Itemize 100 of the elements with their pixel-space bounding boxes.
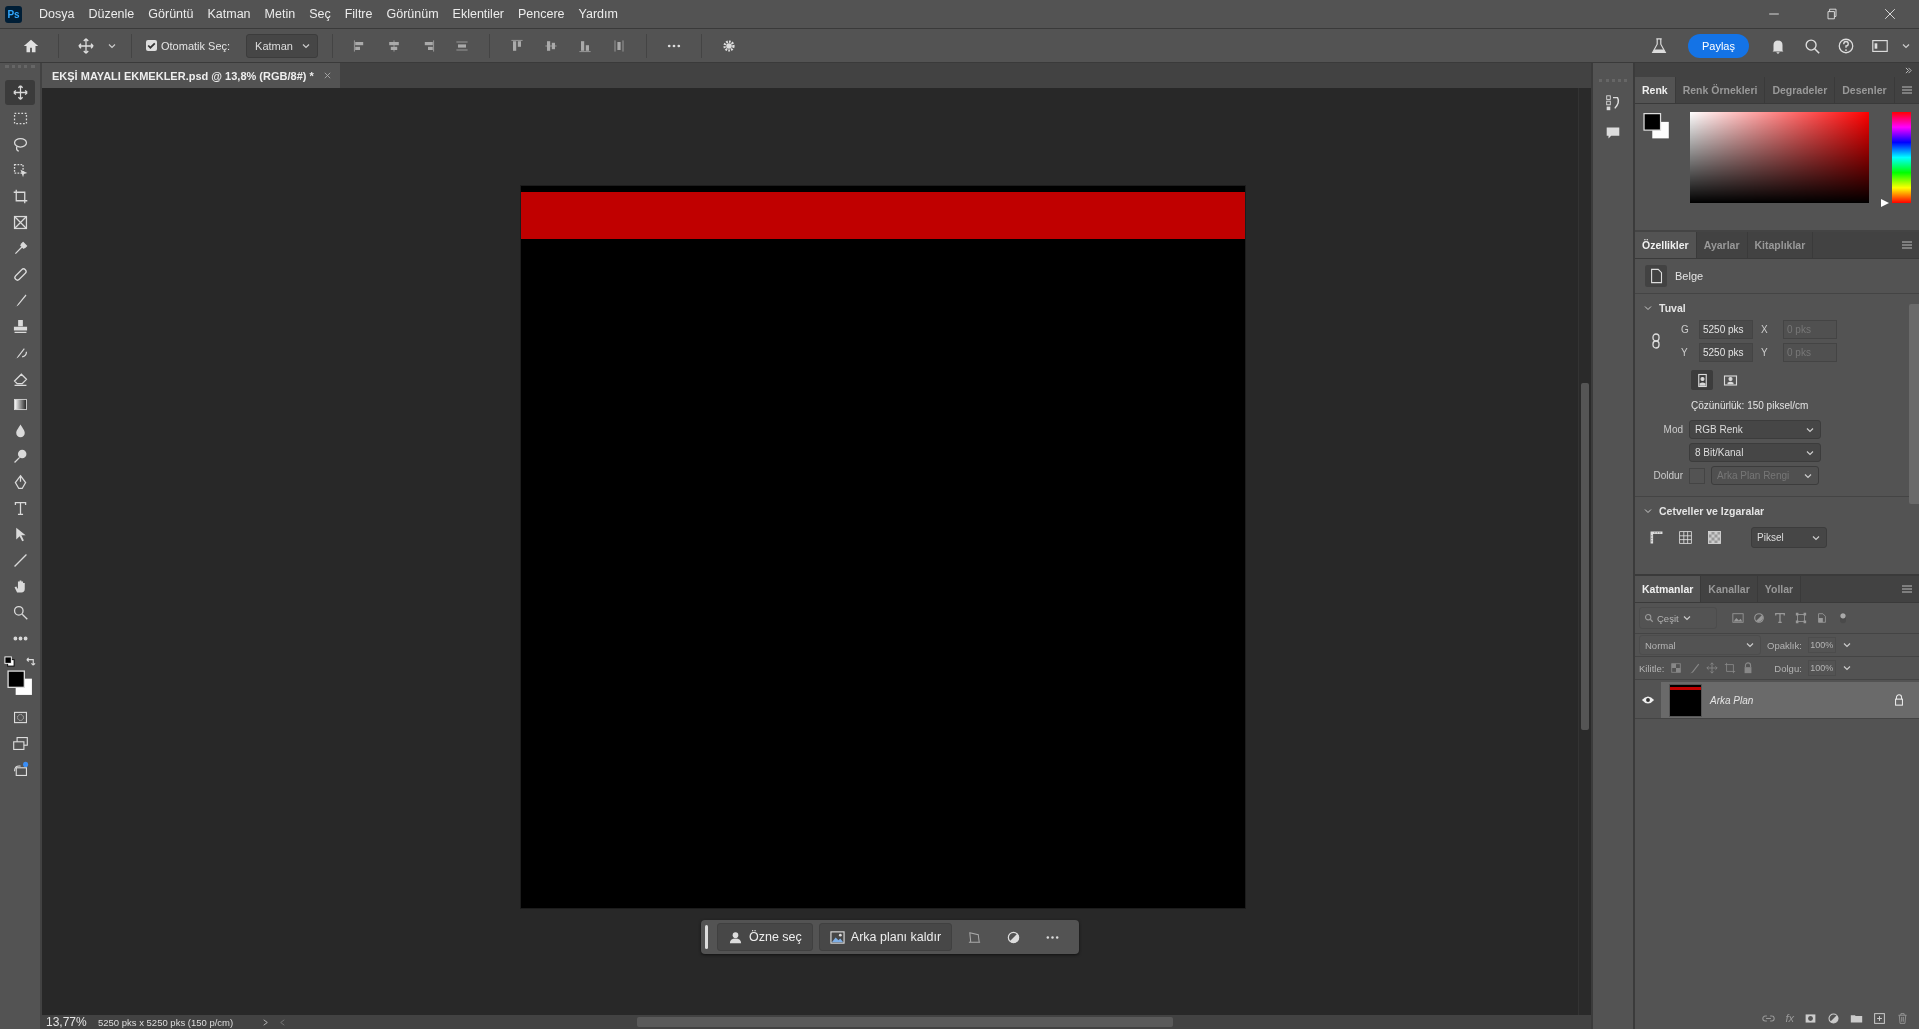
- mask-icon[interactable]: [1804, 1011, 1817, 1025]
- adjustment-icon[interactable]: [1006, 929, 1022, 945]
- shape-icon[interactable]: [1795, 612, 1807, 624]
- grid-icon[interactable]: [1677, 529, 1694, 546]
- adjustment-icon[interactable]: [1753, 612, 1765, 624]
- menu-item[interactable]: Metin: [257, 7, 303, 21]
- portrait-button[interactable]: [1691, 370, 1713, 390]
- share-button[interactable]: Paylaş: [1687, 33, 1749, 58]
- person-icon: [728, 929, 743, 945]
- restore-icon[interactable]: [1824, 6, 1840, 22]
- distribute-icon[interactable]: [611, 37, 627, 54]
- settings-icon[interactable]: [721, 37, 737, 54]
- layer-row[interactable]: Arka Plan: [1635, 682, 1919, 719]
- close-icon[interactable]: [1882, 6, 1898, 22]
- mode-dropdown[interactable]: RGB Renk: [1689, 420, 1821, 439]
- tool-button[interactable]: [5, 80, 35, 105]
- target-dropdown[interactable]: Katman: [246, 33, 318, 58]
- app-logo[interactable]: Ps: [5, 5, 22, 23]
- frame-icon: [11, 214, 29, 231]
- bandage-icon: [11, 266, 29, 283]
- menu-item[interactable]: Yardım: [571, 7, 625, 21]
- panel-tab[interactable]: Kitaplıklar: [1747, 232, 1814, 258]
- x-label: X: [1761, 324, 1769, 335]
- canvas-section-header[interactable]: Tuval: [1635, 294, 1909, 320]
- document-tab[interactable]: EKŞİ MAYALI EKMEKLER.psd @ 13,8% (RGB/8#) *: [42, 63, 340, 88]
- color-swatches-icon[interactable]: [7, 670, 33, 696]
- menu-item[interactable]: Filtre: [337, 7, 380, 21]
- width-field[interactable]: 5250 pks: [1699, 320, 1753, 339]
- eye-icon[interactable]: [1641, 695, 1655, 705]
- lock-icon[interactable]: [1893, 694, 1905, 706]
- blend-mode-dropdown[interactable]: Normal: [1639, 635, 1761, 655]
- menu-icon[interactable]: [1901, 85, 1913, 95]
- panel-tab[interactable]: Desenler: [1835, 77, 1895, 103]
- slider-thumb[interactable]: [1879, 198, 1890, 208]
- menu-icon[interactable]: [1901, 584, 1913, 594]
- rulers-section-header[interactable]: Cetveller ve Izgaralar: [1635, 496, 1909, 523]
- bit-depth-dropdown[interactable]: 8 Bit/Kanal: [1689, 443, 1821, 462]
- gradient-icon: [11, 396, 29, 413]
- fill-label: Doldur: [1652, 470, 1683, 481]
- panel-tab[interactable]: Özellikler: [1635, 232, 1697, 258]
- link-icon[interactable]: [1651, 333, 1661, 349]
- align-center-icon[interactable]: [386, 37, 402, 54]
- mode-label: Mod: [1662, 424, 1683, 435]
- swap-arrow-icon[interactable]: [25, 656, 36, 667]
- chevron-icon: [1643, 506, 1653, 516]
- remove-background-button[interactable]: Arka planı kaldır: [818, 923, 953, 951]
- panel-tab[interactable]: Renk: [1635, 77, 1676, 103]
- help-icon[interactable]: [1837, 36, 1855, 55]
- close-icon[interactable]: [322, 71, 332, 80]
- height-field[interactable]: 5250 pks: [1699, 343, 1753, 362]
- quick-mask-icon: [11, 709, 29, 726]
- ruler-icon[interactable]: [1648, 529, 1665, 546]
- transform-icon[interactable]: [967, 929, 983, 945]
- filter-dropdown[interactable]: Çeşit: [1639, 607, 1717, 629]
- adjustment-icon[interactable]: [1827, 1011, 1840, 1025]
- image-icon[interactable]: [1732, 612, 1744, 624]
- menu-item[interactable]: Dosya: [32, 7, 82, 21]
- new-layer-icon[interactable]: [1873, 1011, 1886, 1025]
- panel-tab[interactable]: Katmanlar: [1635, 576, 1702, 602]
- color-field[interactable]: [1689, 112, 1869, 203]
- menu-item[interactable]: Düzenle: [81, 7, 142, 21]
- expand-icon[interactable]: [1904, 66, 1913, 74]
- zoom-level[interactable]: 13,77%: [46, 1015, 90, 1029]
- toggle-icon[interactable]: [1837, 612, 1849, 624]
- image-icon: [829, 929, 845, 945]
- auto-select-checkbox[interactable]: [146, 40, 157, 51]
- panel-tab[interactable]: Renk Örnekleri: [1675, 77, 1766, 103]
- menu-item[interactable]: Seç: [302, 7, 338, 21]
- default-colors-icon[interactable]: [4, 656, 15, 667]
- fill-field[interactable]: 100%: [1807, 660, 1836, 676]
- history-icon[interactable]: [1604, 94, 1622, 112]
- marquee-icon: [11, 110, 29, 127]
- unit-dropdown[interactable]: Piksel: [1751, 527, 1827, 548]
- menu-item[interactable]: Katman: [200, 7, 258, 21]
- menu-item[interactable]: Pencere: [511, 7, 572, 21]
- panel-tab[interactable]: Kanallar: [1701, 576, 1758, 602]
- move-icon: [11, 84, 29, 101]
- opacity-field[interactable]: 100%: [1807, 637, 1836, 653]
- panel-tab[interactable]: Yollar: [1757, 576, 1802, 602]
- width-label: G: [1681, 324, 1690, 335]
- menu-item[interactable]: Görüntü: [141, 7, 201, 21]
- flask-icon[interactable]: [1649, 36, 1668, 55]
- smart-object-icon[interactable]: [1816, 612, 1828, 624]
- panel-tab[interactable]: Ayarlar: [1696, 232, 1748, 258]
- color-swatches-icon[interactable]: [1643, 112, 1670, 140]
- stamp-icon: [11, 318, 29, 335]
- select-subject-button[interactable]: Özne seç: [717, 923, 813, 951]
- vertical-scrollbar[interactable]: [1578, 88, 1591, 1015]
- menu-icon[interactable]: [1901, 240, 1913, 250]
- panel-tab[interactable]: Degradeler: [1765, 77, 1836, 103]
- chevron-icon: [1643, 303, 1653, 313]
- zoom-icon: [11, 604, 29, 621]
- align-top-icon[interactable]: [509, 37, 525, 54]
- lasso-icon: [11, 136, 29, 153]
- checkerboard-icon[interactable]: [1670, 662, 1683, 674]
- type-icon[interactable]: [1774, 612, 1786, 624]
- checkerboard-icon[interactable]: [1706, 529, 1723, 546]
- chevron-right-icon[interactable]: [261, 1017, 270, 1027]
- menu-item[interactable]: Görünüm: [379, 7, 446, 21]
- menu-item[interactable]: Eklentiler: [445, 7, 511, 21]
